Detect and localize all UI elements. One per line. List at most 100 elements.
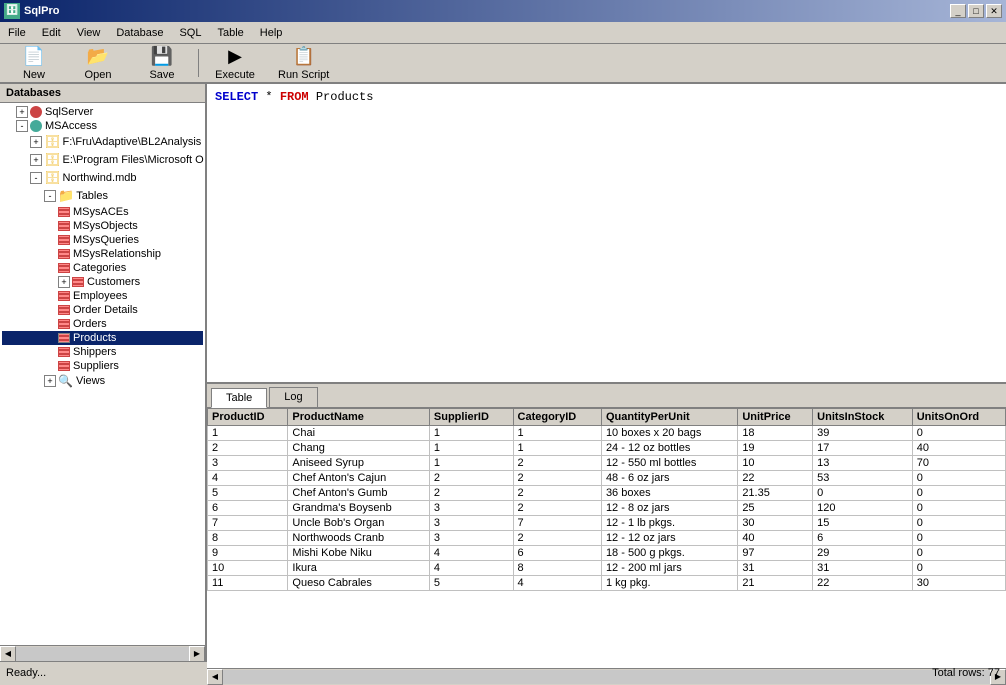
cell-3-1: Chef Anton's Cajun	[288, 471, 430, 486]
cell-4-4: 36 boxes	[601, 486, 737, 501]
col-productname: ProductName	[288, 409, 430, 426]
expand-customers-icon[interactable]: +	[58, 276, 70, 288]
cell-0-4: 10 boxes x 20 bags	[601, 426, 737, 441]
tree-suppliers[interactable]: Suppliers	[2, 359, 203, 373]
table-row[interactable]: 11Queso Cabrales541 kg pkg.212230	[208, 576, 1006, 591]
titlebar-controls[interactable]: _ □ ✕	[950, 4, 1002, 18]
menu-help[interactable]: Help	[252, 24, 291, 42]
cell-10-4: 1 kg pkg.	[601, 576, 737, 591]
run-script-button[interactable]: 📋 Run Script	[269, 46, 338, 80]
table-row[interactable]: 6Grandma's Boysenb3212 - 8 oz jars251200	[208, 501, 1006, 516]
expand-tables-icon[interactable]: -	[44, 190, 56, 202]
table-row[interactable]: 9Mishi Kobe Niku4618 - 500 g pkgs.97290	[208, 546, 1006, 561]
table-icon-suppliers	[58, 361, 70, 371]
cell-7-3: 2	[513, 531, 601, 546]
cell-1-0: 2	[208, 441, 288, 456]
menu-database[interactable]: Database	[108, 24, 171, 42]
tree-db-epf[interactable]: + 🗄 E:\Program Files\Microsoft O	[2, 151, 203, 169]
tab-table[interactable]: Table	[211, 388, 267, 408]
cell-8-7: 0	[912, 546, 1005, 561]
table-row[interactable]: 1Chai1110 boxes x 20 bags18390	[208, 426, 1006, 441]
table-icon-msysaces	[58, 207, 70, 217]
products-label: Products	[73, 332, 116, 344]
menu-table[interactable]: Table	[209, 24, 251, 42]
table-row[interactable]: 4Chef Anton's Cajun2248 - 6 oz jars22530	[208, 471, 1006, 486]
table-row[interactable]: 2Chang1124 - 12 oz bottles191740	[208, 441, 1006, 456]
sidebar-hscroll[interactable]: ◀ ▶	[0, 645, 205, 661]
expand-sqlserver-icon[interactable]: +	[16, 106, 28, 118]
expand-fru-icon[interactable]: +	[30, 136, 42, 148]
cell-8-5: 97	[738, 546, 813, 561]
table-row[interactable]: 8Northwoods Cranb3212 - 12 oz jars4060	[208, 531, 1006, 546]
cell-0-0: 1	[208, 426, 288, 441]
expand-msaccess-icon[interactable]: -	[16, 120, 28, 132]
results-scroll-track[interactable]	[223, 670, 990, 684]
table-row[interactable]: 5Chef Anton's Gumb2236 boxes21.3500	[208, 486, 1006, 501]
results-hscroll[interactable]: ◀ ▶	[207, 668, 1006, 684]
cell-7-0: 8	[208, 531, 288, 546]
table-icon-orderdetails	[58, 305, 70, 315]
save-button[interactable]: 💾 Save	[132, 46, 192, 80]
scroll-left-btn[interactable]: ◀	[0, 646, 16, 662]
scroll-track[interactable]	[16, 647, 189, 661]
tree-employees[interactable]: Employees	[2, 289, 203, 303]
cell-10-5: 21	[738, 576, 813, 591]
tree-customers[interactable]: + Customers	[2, 275, 203, 289]
cell-6-0: 7	[208, 516, 288, 531]
tree-orderdetails[interactable]: Order Details	[2, 303, 203, 317]
expand-epf-icon[interactable]: +	[30, 154, 42, 166]
tree-categories[interactable]: Categories	[2, 261, 203, 275]
results-scroll-left-btn[interactable]: ◀	[207, 669, 223, 685]
results-container[interactable]: ProductID ProductName SupplierID Categor…	[207, 408, 1006, 668]
cell-7-5: 40	[738, 531, 813, 546]
msaccess-label: MSAccess	[45, 120, 97, 132]
cell-8-1: Mishi Kobe Niku	[288, 546, 430, 561]
cell-5-5: 25	[738, 501, 813, 516]
close-button[interactable]: ✕	[986, 4, 1002, 18]
tree-products[interactable]: Products	[2, 331, 203, 345]
maximize-button[interactable]: □	[968, 4, 984, 18]
execute-button[interactable]: ▶ Execute	[205, 46, 265, 80]
tree-msysqueries[interactable]: MSysQueries	[2, 233, 203, 247]
table-icon-customers	[72, 277, 84, 287]
cell-9-7: 0	[912, 561, 1005, 576]
tree-sqlserver[interactable]: + SqlServer	[2, 105, 203, 119]
menu-view[interactable]: View	[69, 24, 109, 42]
new-button[interactable]: 📄 New	[4, 46, 64, 80]
sql-editor[interactable]: SELECT * FROM Products	[207, 84, 1006, 384]
fru-label: F:\Fru\Adaptive\BL2Analysis	[63, 136, 202, 148]
tree-northwind[interactable]: - 🗄 Northwind.mdb	[2, 169, 203, 187]
tree-msaccess[interactable]: - MSAccess	[2, 119, 203, 133]
save-icon: 💾	[151, 46, 173, 67]
expand-views-icon[interactable]: +	[44, 375, 56, 387]
cell-2-1: Aniseed Syrup	[288, 456, 430, 471]
scroll-right-btn[interactable]: ▶	[189, 646, 205, 662]
msaccess-icon	[30, 120, 42, 132]
tree-msysrelationship[interactable]: MSysRelationship	[2, 247, 203, 261]
cell-1-4: 24 - 12 oz bottles	[601, 441, 737, 456]
menu-sql[interactable]: SQL	[171, 24, 209, 42]
titlebar: 🗄 SqlPro _ □ ✕	[0, 0, 1006, 22]
table-icon-orders	[58, 319, 70, 329]
tree-orders[interactable]: Orders	[2, 317, 203, 331]
tree-db-fru[interactable]: + 🗄 F:\Fru\Adaptive\BL2Analysis	[2, 133, 203, 151]
table-row[interactable]: 10Ikura4812 - 200 ml jars31310	[208, 561, 1006, 576]
open-button[interactable]: 📂 Open	[68, 46, 128, 80]
menu-file[interactable]: File	[0, 24, 34, 42]
tab-log[interactable]: Log	[269, 387, 317, 407]
menu-edit[interactable]: Edit	[34, 24, 69, 42]
expand-northwind-icon[interactable]: -	[30, 172, 42, 184]
cell-4-7: 0	[912, 486, 1005, 501]
tree-views[interactable]: + 🔍 Views	[2, 373, 203, 389]
minimize-button[interactable]: _	[950, 4, 966, 18]
new-icon: 📄	[23, 46, 45, 67]
tree-tables-folder[interactable]: - 📁 Tables	[2, 187, 203, 205]
run-script-icon: 📋	[292, 46, 314, 67]
cell-3-7: 0	[912, 471, 1005, 486]
table-row[interactable]: 3Aniseed Syrup1212 - 550 ml bottles10137…	[208, 456, 1006, 471]
table-row[interactable]: 7Uncle Bob's Organ3712 - 1 lb pkgs.30150	[208, 516, 1006, 531]
execute-icon: ▶	[228, 46, 242, 67]
tree-msysobjects[interactable]: MSysObjects	[2, 219, 203, 233]
tree-msysaces[interactable]: MSysACEs	[2, 205, 203, 219]
tree-shippers[interactable]: Shippers	[2, 345, 203, 359]
